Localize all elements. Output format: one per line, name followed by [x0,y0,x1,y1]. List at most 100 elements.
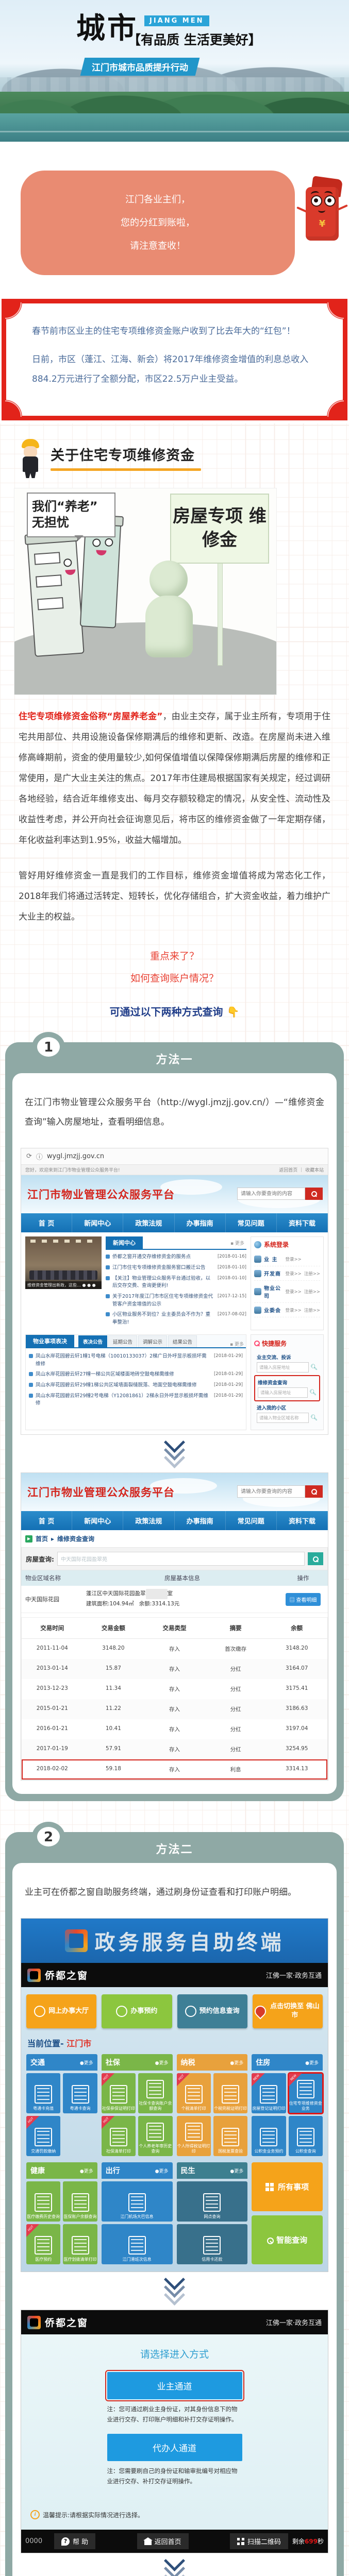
news-item-title[interactable]: 侨都之窗开通交存维修资金的服务点 [112,1253,215,1261]
terminal-quick-button[interactable]: 点击切换至 佛山市 [253,1994,323,2028]
news-item[interactable]: 关于2017年度江门市市区住宅专项维修资金代管客户资金增值的公示 [2017-1… [106,1292,246,1310]
terminal-quick-button[interactable]: 网上办事大厅 [26,1994,96,2028]
nav-item[interactable]: 新闻中心 [72,1511,123,1530]
service-tile[interactable]: HOTNEW个人养老年审历史查询 [138,2116,172,2156]
smart-query-button[interactable]: 智能查询 [252,2215,323,2264]
service-tile[interactable]: HOTNEW住宅专项维修资金业务 [289,2073,323,2113]
vote-item[interactable]: 凤山水岸花园碧云轩27幢一梯公共区域楼面地砖空鼓电梯需维修 [2018-01-2… [29,1369,243,1380]
news-item[interactable]: 侨都之窗开通交存维修资金的服务点 [2018-01-16] [106,1252,246,1263]
quick-group-input[interactable]: 请输入房屋地址 [258,1387,308,1398]
news-item[interactable]: 江门市住宅专项维修资金服务窗口搬迁公告 [2018-01-10] [106,1263,246,1274]
category-more-link[interactable]: ●更多 [80,2059,93,2066]
browser-url-bar[interactable]: ⟳ ⓘ wygl.jmzjj.gov.cn [21,1148,328,1165]
site-search-button[interactable] [305,1188,323,1200]
category-more-link[interactable]: ●更多 [230,2167,243,2174]
login-link[interactable]: 登录>> [286,1256,302,1262]
nav-item[interactable]: 政策法规 [123,1213,174,1232]
category-more-link[interactable]: ●更多 [155,2059,169,2066]
service-tile[interactable]: HOTNEW粤通卡充值 [26,2073,60,2113]
house-query-search-button[interactable] [308,1552,323,1565]
vote-item-title[interactable]: 凤山水岸花园碧云轩1幢1号电梯（10010133037）2梯广日外呼显示板损坏需… [36,1353,211,1368]
nav-item[interactable]: 资料下载 [277,1511,328,1530]
nav-item[interactable]: 政策法规 [123,1511,174,1530]
service-tile[interactable]: HOTNEW社保参保证明打印 [102,2073,136,2113]
vote-item-title[interactable]: 凤山水岸花园碧云轩29幢2号电梯（Y12081861）2梯永日外呼显示板损坏需维… [36,1393,211,1408]
service-tile[interactable]: 江门港班次信息 [102,2224,173,2264]
service-tile[interactable]: HOTNEW个税清单打印 [177,2073,211,2113]
news-item-title[interactable]: 关于2017年度江门市市区住宅专项维修资金代管客户资金增值的公示 [112,1293,215,1308]
nav-item[interactable]: 办事指南 [175,1511,226,1530]
quick-group-input[interactable]: 请输入房屋地址 [257,1362,309,1372]
register-link[interactable]: 注册>> [304,1289,320,1295]
service-tile[interactable]: 网点查询 [177,2181,248,2222]
news-item[interactable]: 小区物业服务不到位？业主委员会不作为？重拳整治! [2017-08-02] [106,1310,246,1328]
vote-subtab[interactable]: 表决公告 [78,1335,107,1347]
nav-item[interactable]: 办事指南 [175,1213,226,1232]
vote-item[interactable]: 凤山水岸花园碧云轩29幢2号电梯（Y12081861）2梯永日外呼显示板损坏需维… [29,1391,243,1409]
nav-item[interactable]: 常见问题 [226,1213,277,1232]
news-more-link[interactable]: ▪ 更多 [230,1240,246,1246]
vote-item-title[interactable]: 凤山水岸花园碧云轩27幢一梯公共区域楼面地砖空鼓电梯需维修 [36,1371,211,1379]
service-tile[interactable]: HOTNEW公积金查询 [289,2116,323,2156]
service-tile[interactable]: 江门机场大巴信息 [102,2181,173,2222]
news-item-title[interactable]: 小区物业服务不到位？业主委员会不作为？重拳整治! [112,1311,215,1326]
login-link[interactable]: 登录>> [286,1289,302,1295]
service-tile[interactable]: HOTNEW社保清单打印 [102,2116,136,2156]
login-link[interactable]: 登录>> [286,1270,302,1277]
service-tile[interactable]: HOTNEW个税完税证明打印 [213,2073,247,2113]
nav-item[interactable]: 常见问题 [226,1511,277,1530]
service-tile[interactable]: HOTNEW个人所得税证明打印 [177,2116,211,2156]
nav-item[interactable]: 首 页 [21,1511,72,1530]
service-tile[interactable]: HOTNEW交通罚款缴纳 [26,2116,60,2156]
scan-qr-button[interactable]: 扫描二维码 [230,2533,288,2549]
login-link[interactable]: 登录>> [286,1307,302,1313]
vote-item[interactable]: 凤山水岸花园碧云轩29幢1梯公共区域墙面裂缝脱落、地面空鼓电梯需维修 [2018… [29,1380,243,1391]
vote-item-title[interactable]: 凤山水岸花园碧云轩29幢1梯公共区域墙面裂缝脱落、地面空鼓电梯需维修 [36,1382,211,1389]
news-tab[interactable]: 新闻中心 [106,1236,143,1249]
vote-subtab[interactable]: 延期公告 [108,1335,137,1347]
vote-subtab[interactable]: 调解公示 [138,1335,167,1347]
nav-item[interactable]: 新闻中心 [72,1213,123,1232]
service-tile[interactable]: HOTNEW医保账户余额查询 [63,2181,97,2222]
site-search-input[interactable] [237,1485,305,1498]
news-item-title[interactable]: 【关注】物业管理公众服务平台通过验收，以后交存交费、查询更便利! [112,1275,215,1290]
quick-search-icon[interactable]: 🔍︎ [309,1389,317,1396]
vote-main-tab[interactable]: 物业事项表决 [26,1335,74,1347]
category-more-link[interactable]: ●更多 [305,2059,319,2066]
agent-channel-button[interactable]: 代办人通道 [107,2434,242,2461]
service-tile[interactable]: HOTNEW粤通卡查询 [63,2073,97,2113]
service-tile[interactable]: HOTNEW公积金业务预约 [252,2116,286,2156]
terminal-quick-button[interactable]: 预约信息查询 [177,1994,247,2028]
service-tile[interactable]: 信用卡还款 [177,2224,248,2264]
owner-channel-button[interactable]: 业主通道 [107,2372,242,2399]
vote-more-link[interactable]: ▪ 更多 [230,1341,246,1347]
breadcrumb-home[interactable]: 首页 [36,1534,48,1543]
top-links[interactable]: 返回首页 ｜ 收藏本站 [279,1166,324,1173]
service-tile[interactable]: HOTNEW社保卡查询账户余额查询 [138,2073,172,2113]
category-more-link[interactable]: ●更多 [230,2059,243,2066]
vote-subtab[interactable]: 结果公告 [168,1335,197,1347]
all-items-button[interactable]: 所有事项 [252,2162,323,2211]
service-tile[interactable]: HOTNEW医疗预约 [26,2224,60,2264]
help-button[interactable]: ?帮 助 [54,2533,95,2549]
reload-icon[interactable]: ⟳ [26,1153,32,1160]
service-tile[interactable]: HOTNEW医疗划拨清单打印 [63,2224,97,2264]
view-detail-button[interactable]: ▤ 查看明细 [286,1593,321,1606]
register-link[interactable]: 注册>> [304,1307,320,1313]
home-button[interactable]: 返回首页 [137,2533,189,2549]
service-tile[interactable]: HOTNEW医疗缴费历史查询 [26,2181,60,2222]
register-link[interactable]: 注册>> [304,1270,320,1277]
vote-item[interactable]: 凤山水岸花园碧云轩1幢1号电梯（10010133037）2梯广日外呼显示板损坏需… [29,1351,243,1369]
nav-item[interactable]: 资料下载 [277,1213,328,1232]
news-item-title[interactable]: 江门市住宅专项维修资金服务窗口搬迁公告 [112,1264,215,1272]
news-photo[interactable]: 维修资金管理出新政，这些… ● ● ● [25,1236,102,1289]
site-search-input[interactable] [237,1188,305,1200]
url-text[interactable]: wygl.jmzjj.gov.cn [47,1153,104,1160]
quick-search-icon[interactable]: 🔍︎ [310,1364,318,1370]
category-more-link[interactable]: ●更多 [155,2167,169,2174]
quick-group-input[interactable]: 请输入物业区域名称 [257,1413,309,1423]
category-more-link[interactable]: ●更多 [80,2167,93,2174]
news-item[interactable]: 【关注】物业管理公众服务平台通过验收，以后交存交费、查询更便利! [2018-0… [106,1274,246,1292]
terminal-quick-button[interactable]: 办事预约 [102,1994,172,2028]
service-tile[interactable]: HOTNEW国税发票查验 [213,2116,247,2156]
